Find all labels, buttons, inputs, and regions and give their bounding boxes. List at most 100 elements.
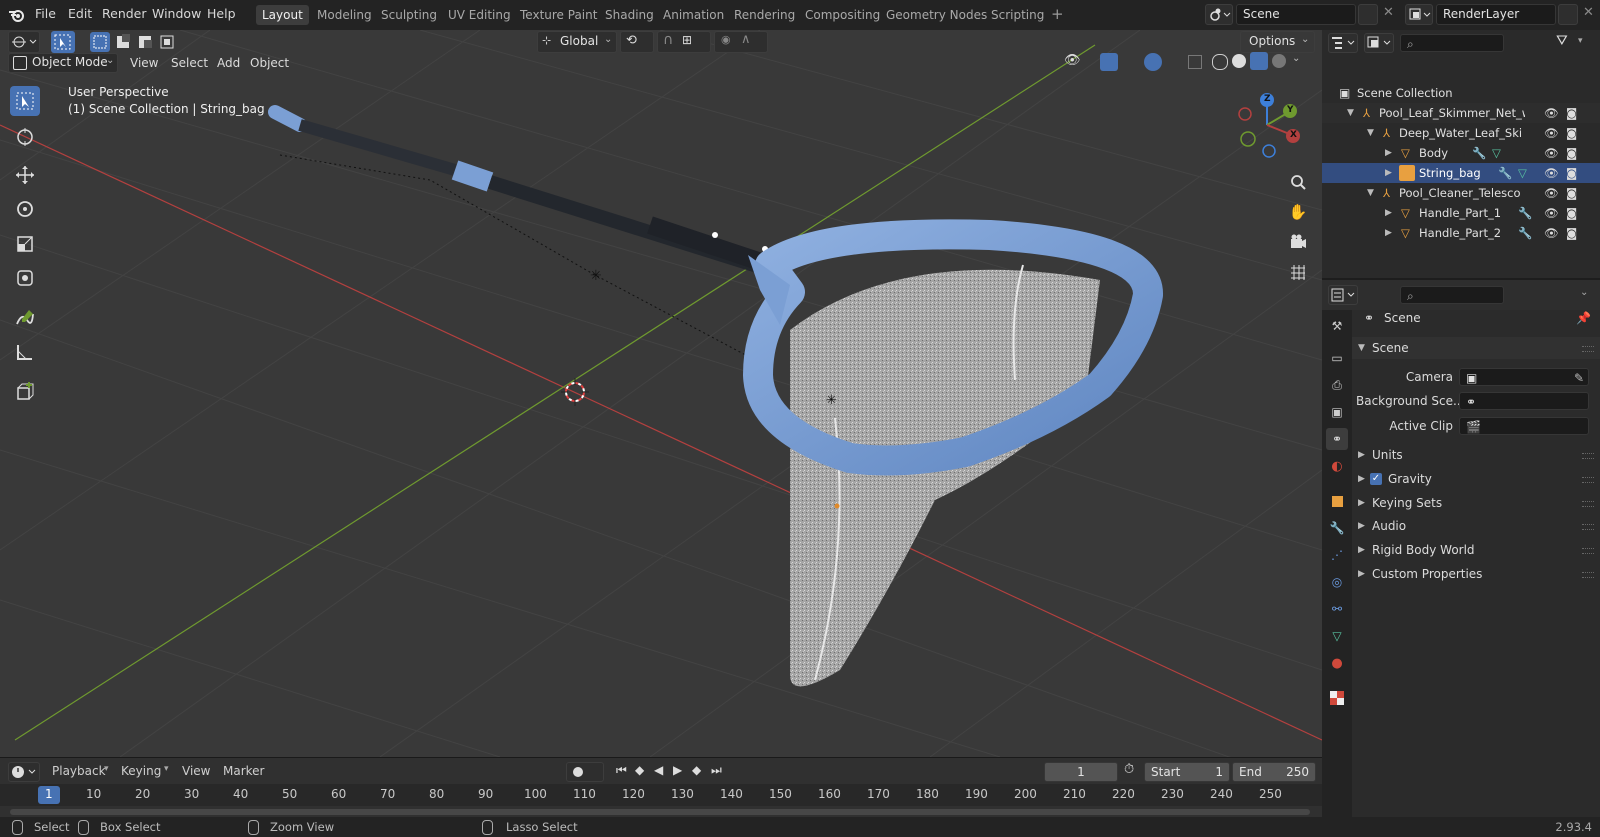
next-keyframe-icon[interactable]: ◆: [692, 763, 701, 777]
tab-layout[interactable]: Layout: [256, 5, 309, 25]
drag-handle-icon[interactable]: [1582, 346, 1594, 352]
menu-timeline-view[interactable]: View: [182, 764, 210, 778]
wrench-modifier-icon[interactable]: 🔧: [1518, 203, 1532, 223]
gizmo-toggle-icon[interactable]: [1100, 53, 1118, 71]
outliner-search-input[interactable]: ⌕: [1400, 34, 1504, 52]
chevron-down-icon[interactable]: ⌄: [1580, 287, 1588, 298]
expand-arrow-icon[interactable]: ▶: [1385, 223, 1392, 243]
tool-move[interactable]: [10, 160, 40, 190]
auto-keying-button[interactable]: [566, 762, 604, 782]
panel-header-scene[interactable]: ▼ Scene: [1352, 337, 1600, 359]
drag-handle-icon[interactable]: [1582, 477, 1594, 483]
menu-object[interactable]: Object: [245, 53, 294, 73]
eye-icon[interactable]: 👁: [1544, 203, 1559, 223]
tab-sculpting[interactable]: Sculpting: [375, 5, 443, 25]
pan-hand-icon[interactable]: ✋: [1286, 200, 1310, 224]
active-clip-field[interactable]: 🎬: [1459, 417, 1589, 435]
wrench-modifier-icon[interactable]: 🔧: [1518, 223, 1532, 243]
current-frame-field[interactable]: 1: [1044, 762, 1118, 782]
scene-browse-button[interactable]: [1205, 4, 1233, 25]
tool-scale[interactable]: [10, 229, 40, 259]
ortho-grid-icon[interactable]: [1286, 260, 1310, 284]
tab-material[interactable]: ●: [1326, 652, 1348, 674]
copy-scene-icon[interactable]: [1358, 4, 1378, 25]
expand-arrow-icon[interactable]: ▼: [1367, 183, 1374, 203]
jump-start-icon[interactable]: ⏮: [616, 763, 627, 778]
menu-keying[interactable]: Keying: [121, 764, 161, 778]
drag-handle-icon[interactable]: [1582, 548, 1594, 554]
camera-render-icon[interactable]: ◙: [1566, 203, 1577, 223]
view-layer-name-field[interactable]: RenderLayer: [1436, 4, 1556, 25]
background-scene-field[interactable]: ⚭: [1459, 392, 1589, 410]
outliner-row-object[interactable]: ▶ ▽ Handle_Part_1 🔧 👁 ◙: [1322, 203, 1600, 223]
outliner-row-object[interactable]: ▶ ▽ Body 🔧 ▽ 👁 ◙: [1322, 143, 1600, 163]
tab-compositing[interactable]: Compositing: [799, 5, 886, 25]
eye-icon[interactable]: 👁: [1544, 123, 1559, 143]
menu-marker[interactable]: Marker: [223, 764, 264, 778]
menu-file[interactable]: File: [35, 6, 56, 21]
gravity-checkbox[interactable]: ✓: [1370, 473, 1382, 485]
drag-handle-icon[interactable]: [1582, 501, 1594, 507]
tool-transform[interactable]: [10, 263, 40, 293]
tab-texture[interactable]: [1326, 687, 1348, 709]
panel-header-audio[interactable]: ▶ Audio: [1352, 515, 1600, 537]
play-reverse-icon[interactable]: ◀: [654, 763, 663, 777]
pivot-point-button[interactable]: ⟲: [620, 31, 654, 53]
chevron-down-icon[interactable]: ⌄: [1292, 53, 1300, 64]
filter-icon[interactable]: ⛛: [1556, 33, 1568, 49]
timeline-scrollbar[interactable]: [10, 809, 1310, 815]
solid-shading-icon[interactable]: [1232, 54, 1246, 68]
copy-view-layer-icon[interactable]: [1558, 4, 1578, 25]
expand-arrow-icon[interactable]: ▶: [1385, 143, 1392, 163]
outliner-row-object[interactable]: ▶ ▽ Handle_Part_2 🔧 👁 ◙: [1322, 223, 1600, 243]
menu-window[interactable]: Window: [152, 6, 201, 21]
menu-select[interactable]: Select: [166, 53, 213, 73]
panel-header-custom-properties[interactable]: ▶ Custom Properties: [1352, 563, 1600, 585]
camera-field[interactable]: ▣ ✎: [1459, 368, 1589, 386]
expand-arrow-icon[interactable]: ▼: [1347, 103, 1354, 123]
tool-select-box[interactable]: [10, 86, 40, 116]
wrench-modifier-icon[interactable]: 🔧: [1472, 143, 1486, 163]
properties-search-input[interactable]: ⌕: [1400, 286, 1504, 304]
tab-particles[interactable]: ⋰: [1326, 544, 1348, 566]
tab-uv-editing[interactable]: UV Editing: [442, 5, 517, 25]
eye-icon[interactable]: 👁: [1544, 183, 1559, 203]
rendered-shading-icon[interactable]: [1272, 54, 1286, 68]
outliner-row-object[interactable]: ▼ ⅄ Pool_Leaf_Skimmer_Net_with_Pole 👁 ◙: [1322, 103, 1600, 123]
expand-arrow-icon[interactable]: ▶: [1385, 203, 1392, 223]
menu-help[interactable]: Help: [207, 6, 236, 21]
prev-keyframe-icon[interactable]: ◆: [635, 763, 644, 777]
chevron-down-icon[interactable]: ▾: [1578, 36, 1583, 46]
outliner-row-object-selected[interactable]: ▶ String_bag 🔧 ▽ 👁 ◙: [1322, 163, 1600, 183]
drag-handle-icon[interactable]: [1582, 572, 1594, 578]
zoom-icon[interactable]: [1286, 170, 1310, 194]
panel-header-gravity[interactable]: ▶ ✓ Gravity: [1352, 468, 1600, 490]
tab-shading[interactable]: Shading: [599, 5, 660, 25]
delete-view-layer-icon[interactable]: ✕: [1583, 5, 1594, 20]
delete-scene-icon[interactable]: ✕: [1383, 5, 1394, 20]
preview-range-clock-icon[interactable]: ⏱: [1124, 762, 1134, 777]
play-icon[interactable]: ▶: [673, 763, 682, 777]
panel-header-units[interactable]: ▶ Units: [1352, 444, 1600, 466]
outliner-row-scene-collection[interactable]: ▣ Scene Collection: [1322, 83, 1600, 103]
blender-logo-icon[interactable]: [8, 6, 26, 24]
tab-world[interactable]: ◐: [1326, 455, 1348, 477]
view-layer-browse-button[interactable]: [1405, 4, 1433, 25]
3d-viewport[interactable]: ✳ ✳ ⊹ Global ⌄ ⟲ ∩ ⊞ ◉ ∧ Options ⌄ Objec…: [0, 30, 1322, 757]
tab-render[interactable]: ▭: [1326, 347, 1348, 369]
eye-icon[interactable]: 👁: [1544, 163, 1559, 183]
xray-toggle-icon[interactable]: [1188, 55, 1202, 69]
snap-button[interactable]: ∩ ⊞: [657, 31, 711, 53]
expand-arrow-icon[interactable]: ▼: [1367, 123, 1374, 143]
tab-modifiers[interactable]: 🔧: [1326, 517, 1348, 539]
panel-header-rigid-body-world[interactable]: ▶ Rigid Body World: [1352, 539, 1600, 561]
scene-name-field[interactable]: Scene: [1236, 4, 1356, 25]
camera-render-icon[interactable]: ◙: [1566, 183, 1577, 203]
tab-modeling[interactable]: Modeling: [311, 5, 378, 25]
tab-texture-paint[interactable]: Texture Paint: [514, 5, 603, 25]
tab-geometry-nodes[interactable]: Geometry Nodes: [880, 5, 993, 25]
tool-cursor[interactable]: [10, 122, 40, 152]
transform-orientation-dropdown[interactable]: ⊹ Global ⌄: [537, 31, 617, 53]
proportional-edit-button[interactable]: ◉ ∧: [714, 31, 768, 53]
tab-animation[interactable]: Animation: [657, 5, 730, 25]
